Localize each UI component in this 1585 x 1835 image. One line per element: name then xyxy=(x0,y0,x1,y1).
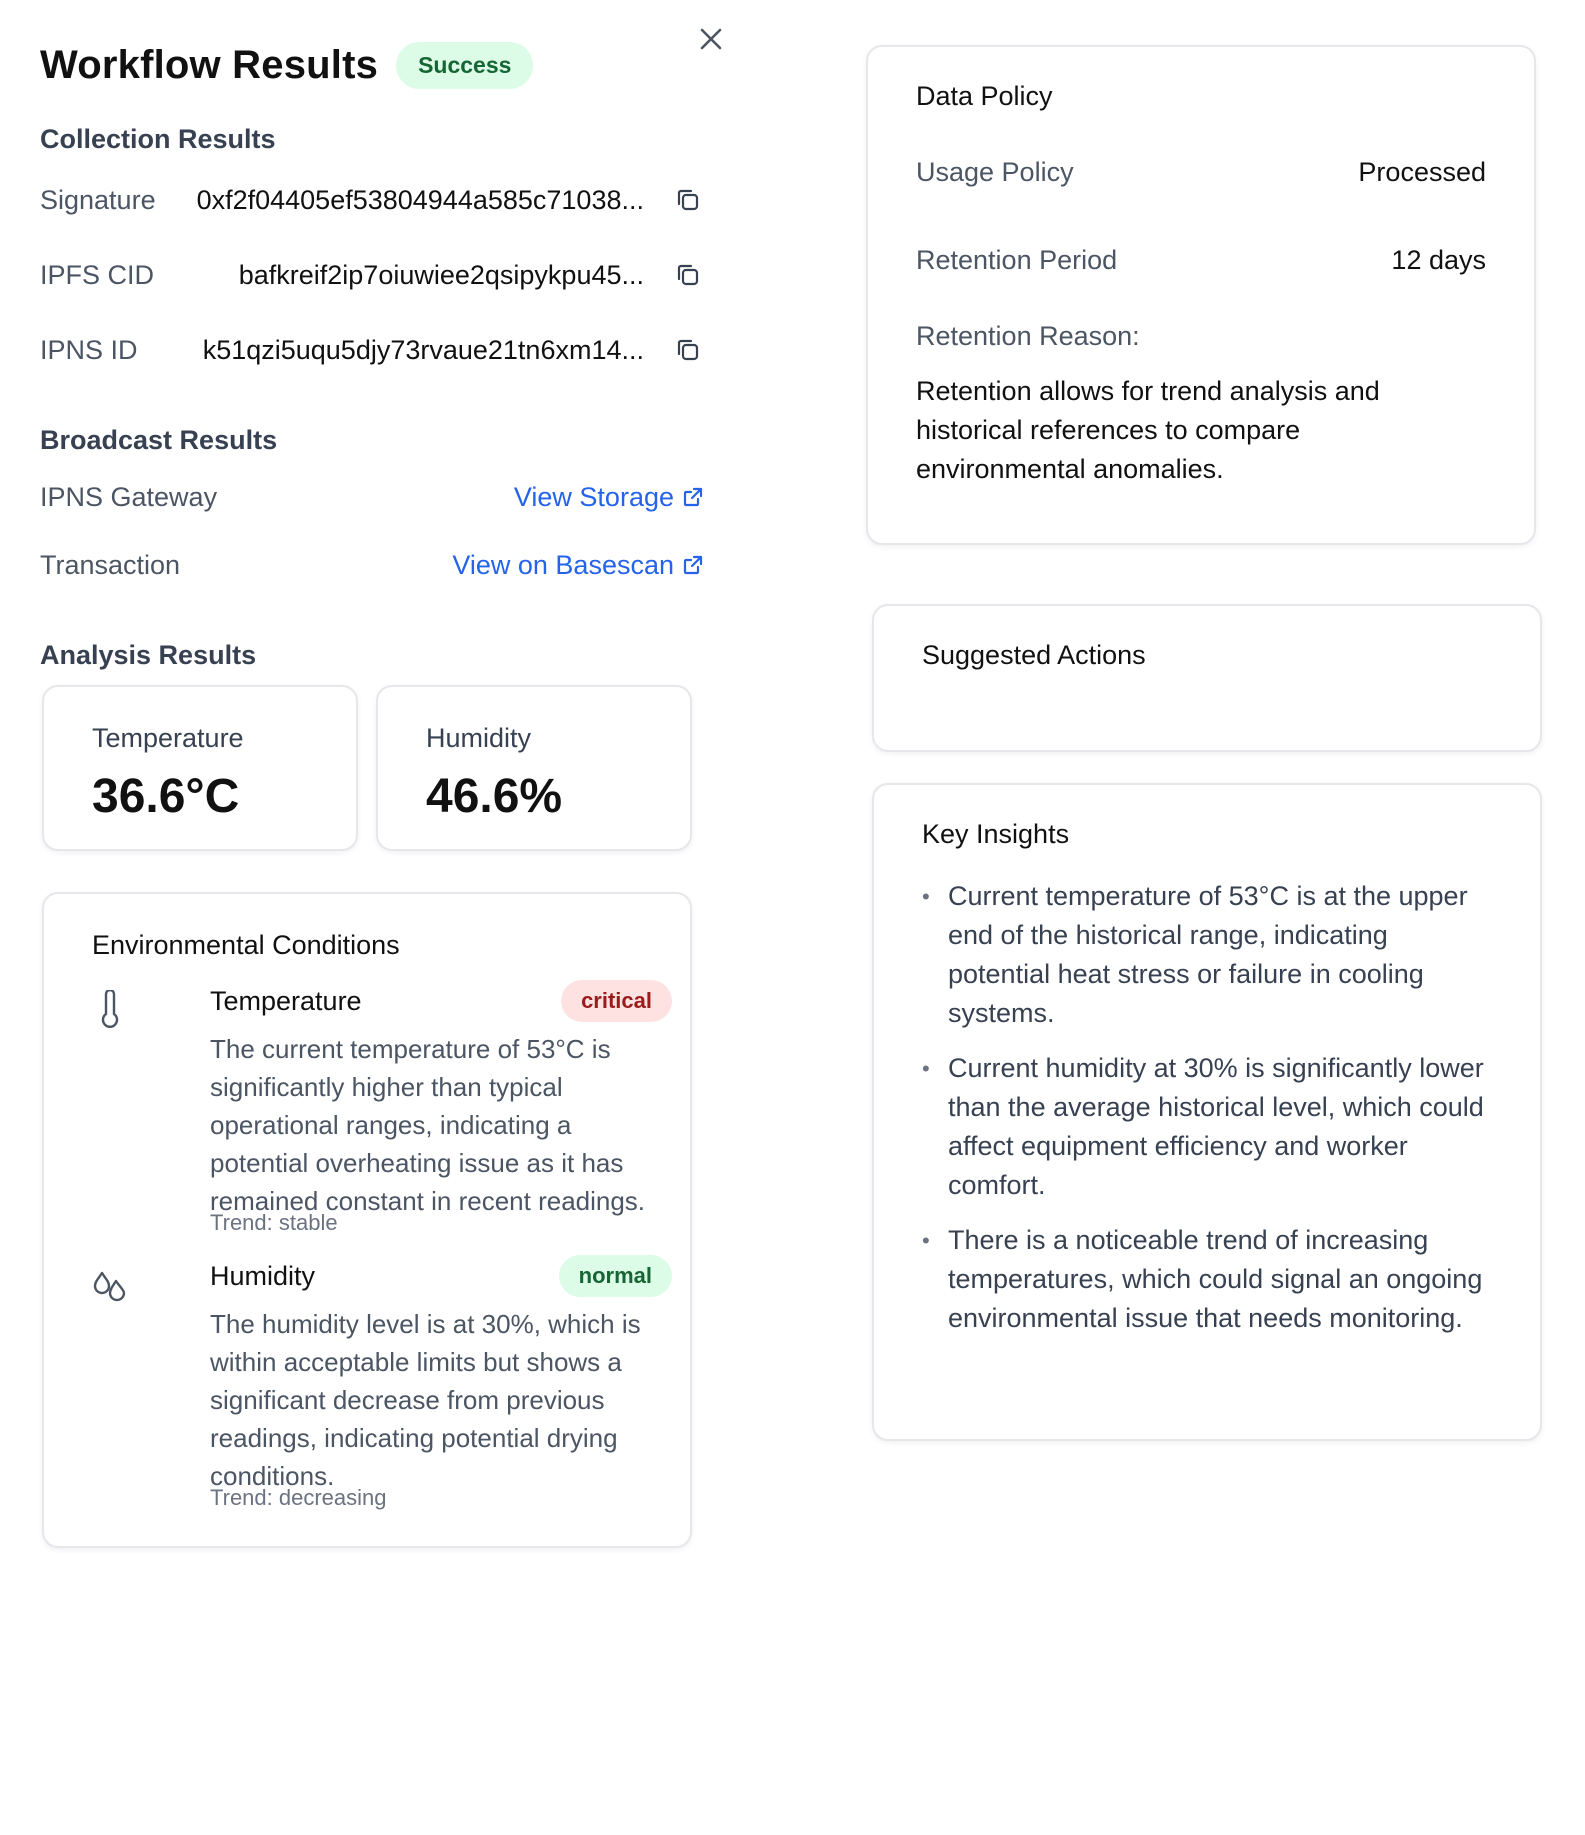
temperature-metric-card: Temperature 36.6°C xyxy=(42,685,358,851)
status-badge: critical xyxy=(561,980,672,1022)
condition-name: Humidity xyxy=(210,1261,316,1291)
environmental-conditions-card: Environmental Conditions Temperature cri… xyxy=(42,892,692,1548)
retention-period-value: 12 days xyxy=(1391,245,1486,275)
insight-list: Current temperature of 53°C is at the up… xyxy=(922,877,1492,1354)
external-link-icon xyxy=(683,487,703,507)
suggested-actions-card: Suggested Actions xyxy=(872,604,1542,752)
external-link-icon xyxy=(683,555,703,575)
insight-item: There is a noticeable trend of increasin… xyxy=(922,1221,1492,1338)
ipns-gateway-label: IPNS Gateway xyxy=(40,481,218,512)
ipns-id-value: k51qzi5uqu5djy73rvaue21tn6xm14... xyxy=(202,334,644,365)
data-policy-title: Data Policy xyxy=(916,81,1053,111)
signature-value: 0xf2f04405ef53804944a585c71038... xyxy=(196,184,644,215)
retention-reason-row: Retention Reason: xyxy=(916,321,1486,352)
broadcast-results-heading: Broadcast Results xyxy=(40,425,278,455)
metric-label: Humidity xyxy=(426,723,532,753)
transaction-row: Transaction View on Basescan xyxy=(40,545,710,585)
key-insights-title: Key Insights xyxy=(922,819,1070,849)
insight-item: Current humidity at 30% is significantly… xyxy=(922,1049,1492,1205)
title-row: Workflow Results Success xyxy=(40,42,534,89)
page-title: Workflow Results xyxy=(40,43,379,87)
view-storage-link[interactable]: View Storage xyxy=(514,482,704,513)
view-on-basescan-link[interactable]: View on Basescan xyxy=(452,550,704,581)
usage-policy-label: Usage Policy xyxy=(916,157,1074,187)
condition-description: The current temperature of 53°C is signi… xyxy=(210,1034,646,1216)
collection-results-heading: Collection Results xyxy=(40,124,276,154)
ipfs-cid-value: bafkreif2ip7oiuwiee2qsipykpu45... xyxy=(238,259,644,290)
analysis-results-heading: Analysis Results xyxy=(40,640,257,670)
insight-item: Current temperature of 53°C is at the up… xyxy=(922,877,1492,1033)
humidity-condition: Humidity normal The humidity level is at… xyxy=(92,1255,672,1521)
metric-label: Temperature xyxy=(92,723,244,753)
transaction-label: Transaction xyxy=(40,549,181,580)
retention-period-row: Retention Period 12 days xyxy=(916,245,1486,276)
condition-description: The humidity level is at 30%, which is w… xyxy=(210,1309,641,1491)
data-policy-card: Data Policy Usage Policy Processed Reten… xyxy=(866,45,1536,545)
metric-value: 46.6% xyxy=(426,770,563,823)
ipfs-cid-row: IPFS CID bafkreif2ip7oiuwiee2qsipykpu45.… xyxy=(40,255,710,295)
signature-label: Signature xyxy=(40,184,156,215)
key-insights-card: Key Insights Current temperature of 53°C… xyxy=(872,783,1542,1441)
suggested-actions-title: Suggested Actions xyxy=(922,640,1146,670)
status-badge: normal xyxy=(558,1255,672,1297)
ipns-gateway-row: IPNS Gateway View Storage xyxy=(40,477,710,517)
copy-icon[interactable] xyxy=(674,336,702,364)
retention-reason-text: Retention allows for trend analysis and … xyxy=(916,376,1380,484)
droplets-icon xyxy=(93,1271,126,1302)
ipns-id-row: IPNS ID k51qzi5uqu5djy73rvaue21tn6xm14..… xyxy=(40,330,710,370)
close-button[interactable] xyxy=(692,20,730,58)
status-badge: Success xyxy=(396,42,534,89)
usage-policy-value: Processed xyxy=(1358,157,1486,187)
signature-row: Signature 0xf2f04405ef53804944a585c71038… xyxy=(40,180,710,220)
temperature-condition: Temperature critical The current tempera… xyxy=(92,980,672,1246)
workflow-results-page: Workflow Results Success Collection Resu… xyxy=(0,0,1585,1835)
usage-policy-row: Usage Policy Processed xyxy=(916,157,1486,188)
condition-trend: Trend: stable xyxy=(210,1210,338,1235)
retention-reason-label: Retention Reason: xyxy=(916,321,1140,351)
ipfs-cid-label: IPFS CID xyxy=(40,259,155,290)
condition-trend: Trend: decreasing xyxy=(210,1485,387,1510)
view-storage-label: View Storage xyxy=(513,481,674,512)
close-icon xyxy=(700,28,722,50)
thermometer-icon xyxy=(101,990,119,1028)
humidity-metric-card: Humidity 46.6% xyxy=(376,685,692,851)
metric-value: 36.6°C xyxy=(92,770,240,823)
condition-name: Temperature xyxy=(210,986,362,1016)
retention-period-label: Retention Period xyxy=(916,245,1118,275)
ipns-id-label: IPNS ID xyxy=(40,334,138,365)
environmental-conditions-title: Environmental Conditions xyxy=(92,930,400,960)
copy-icon[interactable] xyxy=(674,261,702,289)
copy-icon[interactable] xyxy=(674,186,702,214)
view-on-basescan-label: View on Basescan xyxy=(452,549,674,580)
